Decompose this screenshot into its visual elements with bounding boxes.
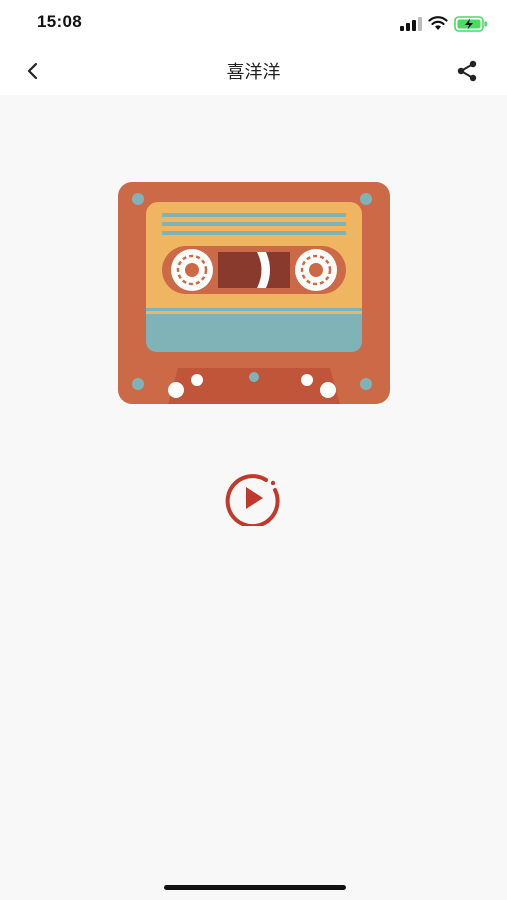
wifi-icon — [428, 16, 448, 30]
play-icon — [246, 487, 263, 509]
navigation-bar: 喜洋洋 — [0, 48, 507, 95]
share-icon — [457, 60, 477, 82]
cassette-artwork — [118, 182, 390, 404]
cellular-signal-icon — [400, 17, 422, 31]
home-indicator — [164, 885, 346, 890]
share-button[interactable] — [452, 56, 482, 86]
battery-charging-icon — [454, 16, 487, 32]
status-time: 15:08 — [37, 12, 82, 31]
play-button[interactable] — [222, 470, 286, 526]
header-area: 15:08 喜洋洋 — [0, 0, 507, 95]
page-title: 喜洋洋 — [226, 62, 281, 83]
status-bar: 15:08 — [0, 0, 507, 48]
